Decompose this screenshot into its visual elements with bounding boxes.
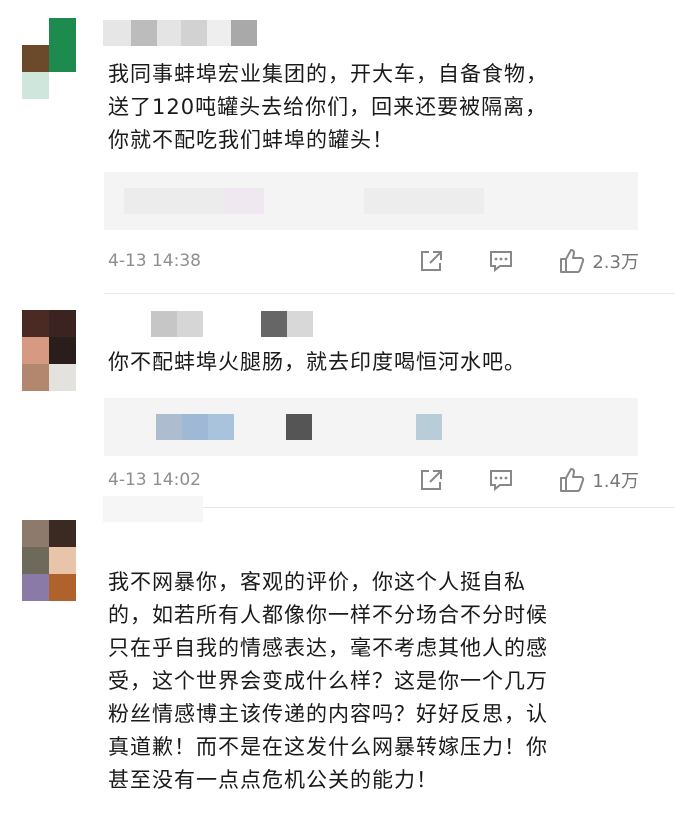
like-count: 1.4万	[592, 471, 639, 492]
avatar[interactable]	[22, 18, 76, 99]
comment-meta: 4-13 14:38 2.3万	[108, 246, 639, 276]
reply-preview-censored[interactable]	[104, 172, 638, 230]
like-button[interactable]: 2.3万	[558, 248, 639, 274]
avatar[interactable]	[22, 520, 76, 601]
username-censored[interactable]	[103, 311, 313, 337]
like-icon	[560, 249, 585, 273]
comment-line: 真道歉！而不是在这发什么网暴转嫁压力！你	[108, 735, 548, 759]
comment-icon	[490, 251, 513, 273]
timestamp: 4-13 14:38	[108, 251, 201, 271]
comment-line: 只在乎自我的情感表达，毫不考虑其他人的感	[108, 636, 548, 660]
reply-button[interactable]	[488, 468, 514, 492]
reply-preview-censored[interactable]	[104, 398, 638, 456]
comment-line: 甚至没有一点点危机公关的能力！	[108, 768, 438, 792]
share-icon	[421, 251, 443, 271]
comment-line: 受，这个世界会变成什么样？这是你一个几万	[108, 669, 548, 693]
comment-line: 我同事蚌埠宏业集团的，开大车，自备食物，	[108, 62, 548, 86]
comment-line: 你就不配吃我们蚌埠的罐头！	[108, 128, 394, 152]
comment-text: 我同事蚌埠宏业集团的，开大车，自备食物， 送了120吨罐头去给你们，回来还要被隔…	[108, 58, 645, 157]
comment-text: 你不配蚌埠火腿肠，就去印度喝恒河水吧。	[108, 346, 645, 379]
comment-meta: 4-13 14:02 1.4万	[108, 465, 639, 495]
avatar[interactable]	[22, 310, 76, 391]
like-button[interactable]: 1.4万	[558, 467, 639, 493]
like-icon	[560, 468, 585, 492]
share-button[interactable]	[418, 468, 444, 492]
comment-line: 粉丝情感博主该传递的内容吗？好好反思，认	[108, 702, 548, 726]
comment-line: 送了120吨罐头去给你们，回来还要被隔离，	[108, 95, 548, 119]
comment-line: 你不配蚌埠火腿肠，就去印度喝恒河水吧。	[108, 350, 526, 374]
divider	[104, 293, 675, 294]
timestamp: 4-13 14:02	[108, 470, 201, 490]
share-icon	[421, 470, 443, 490]
comment-icon	[490, 470, 513, 492]
share-button[interactable]	[418, 249, 444, 273]
comment-line: 的，如若所有人都像你一样不分场合不分时候	[108, 603, 548, 627]
username-censored[interactable]	[103, 20, 257, 46]
like-count: 2.3万	[592, 252, 639, 273]
comment-text: 我不网暴你，客观的评价，你这个人挺自私 的，如若所有人都像你一样不分场合不分时候…	[108, 566, 645, 797]
reply-button[interactable]	[488, 249, 514, 273]
comment-line: 我不网暴你，客观的评价，你这个人挺自私	[108, 570, 526, 594]
username-censored[interactable]	[103, 496, 203, 522]
